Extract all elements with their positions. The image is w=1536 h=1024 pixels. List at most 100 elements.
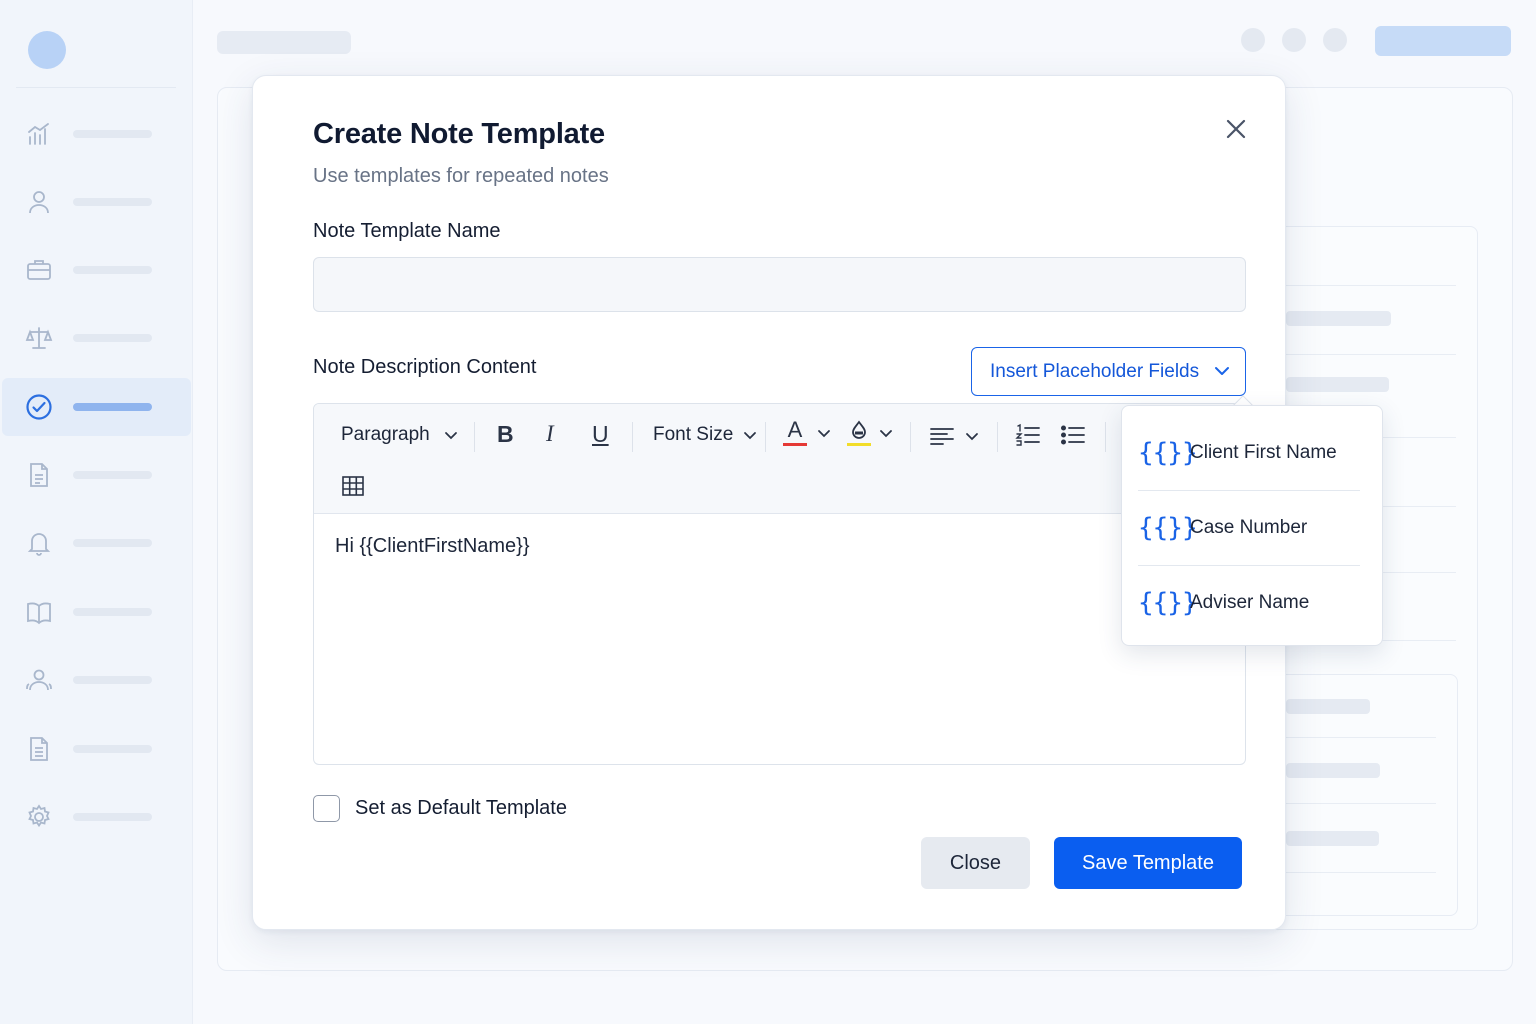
sidebar-divider xyxy=(16,87,176,88)
default-template-checkbox[interactable] xyxy=(313,795,340,822)
highlight-color-swatch xyxy=(847,443,871,446)
sidebar-item-documents[interactable] xyxy=(0,446,193,504)
sidebar-item-label-placeholder xyxy=(73,745,152,753)
sidebar-item-label-placeholder xyxy=(73,334,152,342)
menu-item-label: Case Number xyxy=(1190,517,1308,538)
chevron-down-icon xyxy=(1215,367,1229,375)
document-icon xyxy=(24,460,54,490)
toolbar-separator xyxy=(910,422,911,452)
sidebar-item-files[interactable] xyxy=(0,720,193,778)
close-icon[interactable] xyxy=(1223,116,1249,142)
highlight-icon xyxy=(847,419,871,446)
panel-line-placeholder xyxy=(1286,763,1380,778)
sidebar-item-label-placeholder xyxy=(73,539,152,547)
editor-toolbar: Paragraph B I U Font Size A xyxy=(314,404,1245,514)
menu-item-adviser-name[interactable]: {{}} Adviser Name xyxy=(1138,566,1360,640)
scales-icon xyxy=(24,323,54,353)
block-format-label: Paragraph xyxy=(341,424,430,445)
panel-line-placeholder xyxy=(1286,699,1370,714)
chevron-down-icon xyxy=(966,433,978,441)
bold-button[interactable]: B xyxy=(497,421,514,448)
panel-divider xyxy=(1286,803,1436,804)
menu-item-case-number[interactable]: {{}} Case Number xyxy=(1138,491,1360,565)
braces-icon: {{}} xyxy=(1138,513,1198,543)
font-size-select[interactable]: Font Size xyxy=(653,424,757,446)
dialog-subtitle: Use templates for repeated notes xyxy=(313,165,609,187)
toolbar-separator xyxy=(632,422,633,452)
app-logo[interactable] xyxy=(28,31,66,69)
save-template-button[interactable]: Save Template xyxy=(1054,837,1242,889)
chevron-down-icon xyxy=(818,429,830,437)
panel-divider xyxy=(1286,285,1456,286)
bold-icon: B xyxy=(497,421,514,447)
italic-button[interactable]: I xyxy=(546,421,554,447)
content-label: Note Description Content xyxy=(313,356,537,378)
placeholder-fields-menu: {{}} Client First Name {{}} Case Number … xyxy=(1121,405,1383,646)
sidebar-item-label-placeholder xyxy=(73,676,152,684)
chevron-down-icon xyxy=(880,429,892,437)
sidebar-item-team[interactable] xyxy=(0,651,193,709)
header-icon-placeholder[interactable] xyxy=(1241,28,1265,52)
sidebar-item-label-placeholder xyxy=(73,198,152,206)
panel-line-placeholder xyxy=(1286,831,1379,846)
breadcrumb-placeholder xyxy=(217,31,351,54)
file-icon xyxy=(24,734,54,764)
editor-content[interactable]: Hi {{ClientFirstName}} xyxy=(335,535,530,558)
user-icon xyxy=(24,187,54,217)
table-icon xyxy=(342,476,364,496)
sidebar-item-user[interactable] xyxy=(0,173,193,231)
menu-item-client-first-name[interactable]: {{}} Client First Name xyxy=(1138,416,1360,490)
sidebar-item-label-placeholder xyxy=(73,813,152,821)
book-icon xyxy=(24,597,54,627)
close-button[interactable]: Close xyxy=(921,837,1030,889)
text-color-icon: A xyxy=(783,419,807,446)
sidebar xyxy=(0,0,193,1024)
panel-line-placeholder xyxy=(1286,377,1389,392)
dialog-title: Create Note Template xyxy=(313,118,605,150)
highlight-color-button[interactable] xyxy=(847,419,893,446)
text-color-button[interactable]: A xyxy=(783,419,831,446)
panel-line-placeholder xyxy=(1286,311,1391,326)
menu-item-label: Adviser Name xyxy=(1190,592,1310,613)
sidebar-item-scales[interactable] xyxy=(0,309,193,367)
chevron-down-icon xyxy=(444,432,457,440)
sidebar-item-label-placeholder xyxy=(73,471,152,479)
menu-item-label: Client First Name xyxy=(1190,442,1337,463)
gear-icon xyxy=(24,802,54,832)
block-format-select[interactable]: Paragraph xyxy=(341,424,458,446)
header-icon-placeholder[interactable] xyxy=(1323,28,1347,52)
analytics-icon xyxy=(24,119,54,149)
default-template-label: Set as Default Template xyxy=(355,797,567,819)
insert-placeholder-fields-button[interactable]: Insert Placeholder Fields xyxy=(971,347,1246,396)
sidebar-item-analytics[interactable] xyxy=(0,105,193,163)
users-icon xyxy=(24,665,54,695)
underline-icon: U xyxy=(592,421,609,447)
bullet-list-button[interactable] xyxy=(1060,422,1086,448)
chevron-down-icon xyxy=(744,432,757,440)
toolbar-separator xyxy=(997,422,998,452)
braces-icon: {{}} xyxy=(1138,588,1198,618)
template-name-label: Note Template Name xyxy=(313,220,501,242)
sidebar-item-notifications[interactable] xyxy=(0,514,193,572)
numbered-list-button[interactable] xyxy=(1015,422,1041,448)
insert-table-button[interactable] xyxy=(341,474,365,498)
header-icon-placeholder[interactable] xyxy=(1282,28,1306,52)
toolbar-separator xyxy=(1105,422,1106,452)
sidebar-item-briefcase[interactable] xyxy=(0,241,193,299)
font-size-label: Font Size xyxy=(653,424,734,445)
sidebar-item-label-placeholder xyxy=(73,266,152,274)
align-button[interactable] xyxy=(929,424,979,448)
template-name-input[interactable] xyxy=(313,257,1246,312)
sidebar-item-label-placeholder xyxy=(73,130,152,138)
check-circle-icon xyxy=(24,392,54,422)
bullet-list-icon xyxy=(1060,425,1085,445)
sidebar-item-tasks[interactable] xyxy=(2,378,191,436)
sidebar-item-settings[interactable] xyxy=(0,788,193,846)
text-color-glyph: A xyxy=(787,417,803,442)
rich-text-editor: Paragraph B I U Font Size A Hi {{ClientF… xyxy=(313,403,1246,765)
header-action-button-placeholder[interactable] xyxy=(1375,26,1511,56)
sidebar-item-library[interactable] xyxy=(0,583,193,641)
braces-icon: {{}} xyxy=(1138,438,1198,468)
underline-button[interactable]: U xyxy=(592,421,609,448)
toolbar-separator xyxy=(765,422,766,452)
